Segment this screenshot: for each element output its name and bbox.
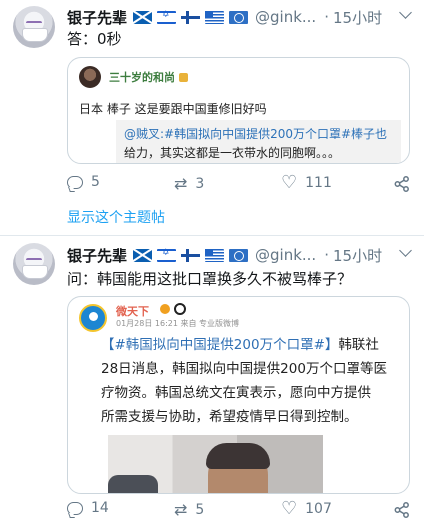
weibo-author-name: 微天下 [116, 305, 149, 318]
weibo-text-line: 所需支援与协助，希望疫情早日得到控制。 [101, 409, 358, 425]
like-button[interactable]: ♡ 111 [281, 174, 332, 192]
quoted-author-avatar [79, 66, 101, 88]
author-handle[interactable]: @gink... [255, 8, 316, 26]
like-count: 111 [305, 175, 332, 191]
separator-dot: · [324, 8, 329, 26]
author-name[interactable]: 银子先辈 [67, 245, 127, 266]
reply-icon [67, 501, 83, 515]
reply-button[interactable]: 14 [67, 500, 109, 516]
chevron-down-icon[interactable] [399, 6, 412, 19]
retweet-button[interactable]: ⇄ 5 [174, 500, 204, 519]
author-handle[interactable]: @gink... [255, 246, 316, 264]
chevron-down-icon[interactable] [399, 244, 412, 257]
quoted-repost-line: @贼叉:#韩国拟向中国提供200万个口罩#棒子也 [124, 125, 387, 142]
finland-flag-icon [181, 248, 201, 262]
quoted-tweet-header: 三十岁的和尚 [79, 66, 188, 88]
scotland-flag-icon [133, 10, 153, 24]
author-name[interactable]: 银子先辈 [67, 7, 127, 28]
weibo-text-line: 疗物资。韩国总统文在寅表示，愿向中方提供 [101, 385, 371, 401]
tweet-timestamp[interactable]: 15小时 [333, 7, 382, 28]
hashtag-link[interactable]: @贼叉:#韩国拟向中国提供200万个口罩#棒子也 [124, 127, 387, 141]
badge-icon [179, 72, 188, 82]
weibo-meta: 01月28日 16:21 来自 专业版微博 [116, 319, 240, 328]
tweet-text: 答：0秒 [67, 30, 122, 48]
reply-icon [67, 175, 83, 189]
tweet-header: 银子先辈 @gink... · 15小时 [67, 6, 382, 28]
retweet-icon: ⇄ [174, 500, 188, 519]
quoted-text-line: 日本 棒子 这是要跟中国重修旧好吗 [79, 102, 267, 116]
show-thread-link[interactable]: 显示这个主题帖 [67, 207, 165, 227]
tweet-actions: 14 ⇄ 5 ♡ 107 [67, 500, 410, 520]
retweet-button[interactable]: ⇄ 3 [174, 174, 204, 193]
author-avatar[interactable] [13, 6, 55, 48]
heart-icon: ♡ [281, 172, 298, 193]
weibo-logo-icon [79, 304, 107, 332]
like-count: 107 [305, 501, 332, 517]
greece-flag-icon [205, 10, 225, 24]
greece-flag-icon [205, 248, 225, 262]
weibo-text-line: 【#韩国拟向中国提供200万个口罩#】韩联社 [101, 333, 379, 353]
author-avatar[interactable] [13, 243, 55, 285]
hashtag-link: 【#韩国拟向中国提供200万个口罩#】 [101, 337, 339, 353]
heart-icon: ♡ [281, 498, 298, 519]
quoted-repost-line: 给力，其实这都是一衣带水的同胞啊。。。 [124, 146, 341, 160]
israel-flag-icon [157, 248, 177, 262]
panda-icon [174, 303, 186, 315]
tweet-text: 问：韩国能用这批口罩换多久不被骂棒子？ [67, 270, 353, 288]
separator-dot: · [324, 246, 329, 264]
news-photo [108, 435, 323, 493]
tweet-actions: 5 ⇄ 3 ♡ 111 [67, 174, 410, 194]
reply-count: 5 [91, 174, 100, 190]
reply-count: 14 [91, 500, 109, 516]
retweet-count: 3 [195, 175, 205, 192]
weibo-screenshot-card[interactable]: 微天下 01月28日 16:21 来自 专业版微博 【#韩国拟向中国提供200万… [67, 296, 410, 494]
reply-button[interactable]: 5 [67, 174, 100, 190]
verified-icon [160, 304, 170, 314]
share-icon[interactable] [394, 502, 410, 518]
weibo-text-segment: 韩联社 [338, 337, 379, 353]
israel-flag-icon [157, 10, 177, 24]
share-icon[interactable] [394, 176, 410, 192]
quoted-author-name: 三十岁的和尚 [109, 71, 175, 84]
like-button[interactable]: ♡ 107 [281, 500, 332, 518]
quoted-tweet[interactable]: 三十岁的和尚 日本 棒子 这是要跟中国重修旧好吗 @贼叉:#韩国拟向中国提供20… [67, 57, 410, 164]
retweet-icon: ⇄ [174, 174, 188, 193]
retweet-count: 5 [195, 501, 205, 518]
scotland-flag-icon [133, 248, 153, 262]
weibo-text-line: 28日消息，韩国拟向中国提供200万个口罩等医 [101, 361, 387, 377]
tweet-header: 银子先辈 @gink... · 15小时 [67, 244, 382, 266]
finland-flag-icon [181, 10, 201, 24]
tweet-1[interactable]: 银子先辈 @gink... · 15小时 答：0秒 三十岁的和尚 日本 棒子 这… [0, 0, 424, 236]
un-flag-icon [229, 248, 249, 262]
un-flag-icon [229, 10, 249, 24]
tweet-timestamp[interactable]: 15小时 [333, 245, 382, 266]
